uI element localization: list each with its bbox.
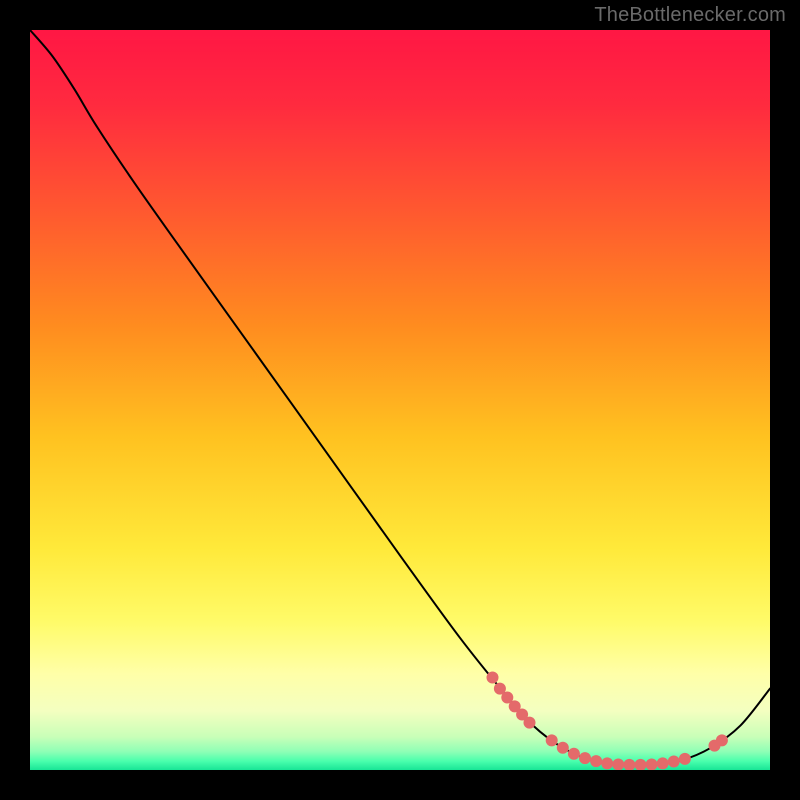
data-marker [716,734,728,746]
chart-svg [30,30,770,770]
data-marker [546,734,558,746]
gradient-background [30,30,770,770]
data-marker [579,752,591,764]
data-marker [590,755,602,767]
data-marker [601,757,613,769]
data-marker [524,717,536,729]
plot-area [30,30,770,770]
data-marker [557,742,569,754]
watermark-text: TheBottlenecker.com [594,4,786,27]
data-marker [487,672,499,684]
data-marker [679,753,691,765]
chart-stage: TheBottlenecker.com [0,0,800,800]
data-marker [568,748,580,760]
data-marker [646,758,658,770]
data-marker [612,758,624,770]
data-marker [657,757,669,769]
data-marker [668,755,680,767]
